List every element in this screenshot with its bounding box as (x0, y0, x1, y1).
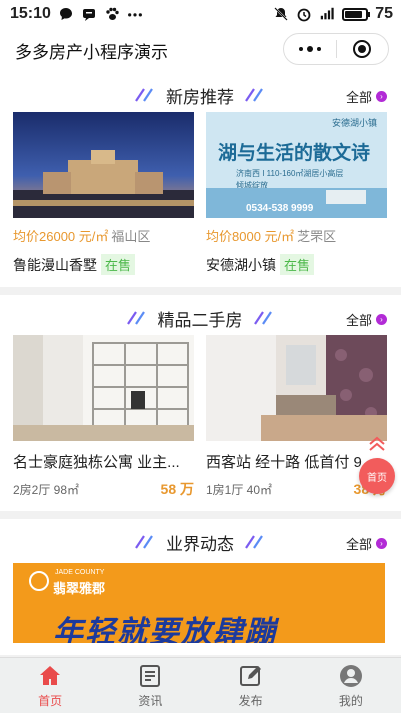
property-photo (206, 335, 387, 441)
status-bar: 15:10 75 (0, 0, 401, 28)
message-icon (81, 6, 97, 22)
listing-price: 58 万 (160, 481, 194, 497)
battery-icon (342, 7, 371, 21)
miniprogram-capsule (283, 33, 389, 65)
more-link[interactable]: 全部 › (346, 534, 387, 553)
home-icon (40, 665, 61, 685)
mute-icon (273, 6, 289, 22)
chevron-up-icon (369, 436, 385, 451)
listing-layout: 2房2厅 98㎡ (13, 482, 80, 497)
banner-brand-en: JADE COUNTY (55, 569, 105, 576)
page-title: 多多房产小程序演示 (15, 42, 168, 62)
property-photo (13, 335, 194, 441)
section-header: 精品二手房 全部 › (13, 301, 387, 335)
more-label: 全部 (345, 90, 372, 105)
float-home-button[interactable]: 首页 (359, 458, 395, 494)
tab-label: 资讯 (138, 693, 163, 708)
listing-layout: 1房1厅 40㎡ (206, 482, 273, 497)
banner-phone: 0534-538 9999 (246, 203, 314, 214)
tab-bar: 首页 资讯 发布 我的 (0, 657, 401, 713)
user-icon (339, 664, 362, 687)
decor-slash-icon (245, 88, 263, 102)
main-content[interactable]: 新房推荐 全部 › 均价26000 元/㎡ 福山区 鲁能漫山香墅 在售 安德湖小… (0, 72, 401, 657)
banner-brand: 安德湖小镇 (331, 118, 377, 128)
section-title: 新房推荐 (166, 87, 234, 107)
news-icon (140, 664, 161, 687)
banner-headline: 湖与生活的散文诗 (218, 142, 371, 164)
edit-icon (239, 665, 261, 686)
paw-icon (104, 6, 120, 22)
district: 芝罘区 (297, 229, 337, 244)
status-time: 15:10 (10, 5, 51, 22)
more-label: 全部 (345, 537, 372, 552)
more-label: 全部 (345, 313, 372, 328)
tab-label: 我的 (338, 693, 363, 708)
listing-title: 名士豪庭独栋公寓 业主... (13, 454, 180, 471)
property-name: 安德湖小镇 (206, 256, 276, 273)
decor-slash-icon (253, 311, 272, 325)
capsule-menu-button[interactable] (284, 34, 336, 64)
banner-slogan: 年轻就要放肆蹦 (53, 616, 277, 643)
signal-icon (319, 6, 335, 22)
tab-publish[interactable]: 发布 (201, 658, 301, 713)
tab-profile[interactable]: 我的 (301, 658, 401, 713)
new-home-card[interactable]: 安德湖小镇 湖与生活的散文诗 济南西 I 110-160㎡湖居小高层 倾城绽放 … (206, 112, 387, 275)
chevron-right-icon: › (376, 91, 387, 102)
section-header: 新房推荐 全部 › (13, 78, 387, 112)
section-header: 业界动态 全部 › (13, 525, 387, 559)
more-dots-icon (127, 6, 143, 22)
tab-home[interactable]: 首页 (0, 658, 100, 713)
tab-news[interactable]: 资讯 (100, 658, 200, 713)
capsule-close-button[interactable] (337, 34, 389, 64)
section-title: 业界动态 (166, 534, 234, 554)
property-name: 鲁能漫山香墅 (13, 256, 97, 273)
decor-slash-icon (245, 535, 263, 549)
status-badge: 在售 (101, 254, 136, 275)
battery-level: 75 (375, 5, 393, 22)
property-photo (13, 112, 194, 218)
district: 福山区 (111, 229, 151, 244)
section-second-hand: 精品二手房 全部 › 名士豪庭独栋公寓 业主... 2房2厅 98㎡ 58 万 … (0, 295, 401, 511)
banner-sub: 济南西 I 110-160㎡湖居小高层 (236, 169, 344, 178)
new-home-card[interactable]: 均价26000 元/㎡ 福山区 鲁能漫山香墅 在售 (13, 112, 194, 275)
decor-slash-icon (126, 311, 145, 325)
section-title: 精品二手房 (157, 310, 243, 330)
section-new-homes: 新房推荐 全部 › 均价26000 元/㎡ 福山区 鲁能漫山香墅 在售 安德湖小… (0, 72, 401, 287)
decor-slash-icon (135, 88, 153, 102)
banner-brand: 翡翠雅郡 (53, 581, 106, 596)
more-link[interactable]: 全部 › (346, 87, 387, 106)
tab-label: 首页 (38, 693, 63, 708)
property-photo: 安德湖小镇 湖与生活的散文诗 济南西 I 110-160㎡湖居小高层 倾城绽放 … (206, 112, 387, 218)
nav-bar: 多多房产小程序演示 (0, 28, 401, 72)
section-news: 业界动态 全部 › JADE COUNTY 翡翠雅郡 年轻就要放肆蹦 (0, 519, 401, 655)
tab-label: 发布 (238, 693, 263, 708)
chevron-right-icon: › (376, 538, 387, 549)
alarm-icon (296, 6, 312, 22)
price: 均价26000 元/㎡ (13, 229, 109, 244)
chevron-right-icon: › (376, 314, 387, 325)
chat-bubble-icon (58, 6, 74, 22)
more-link[interactable]: 全部 › (346, 310, 387, 329)
close-target-icon (353, 40, 372, 58)
decor-slash-icon (135, 535, 153, 549)
brand-logo-icon (29, 571, 49, 591)
status-badge: 在售 (280, 254, 315, 275)
more-dots-icon (298, 46, 321, 52)
second-hand-card[interactable]: 名士豪庭独栋公寓 业主... 2房2厅 98㎡ 58 万 (13, 335, 194, 499)
price: 均价8000 元/㎡ (206, 229, 295, 244)
news-banner[interactable]: JADE COUNTY 翡翠雅郡 年轻就要放肆蹦 (13, 563, 385, 643)
